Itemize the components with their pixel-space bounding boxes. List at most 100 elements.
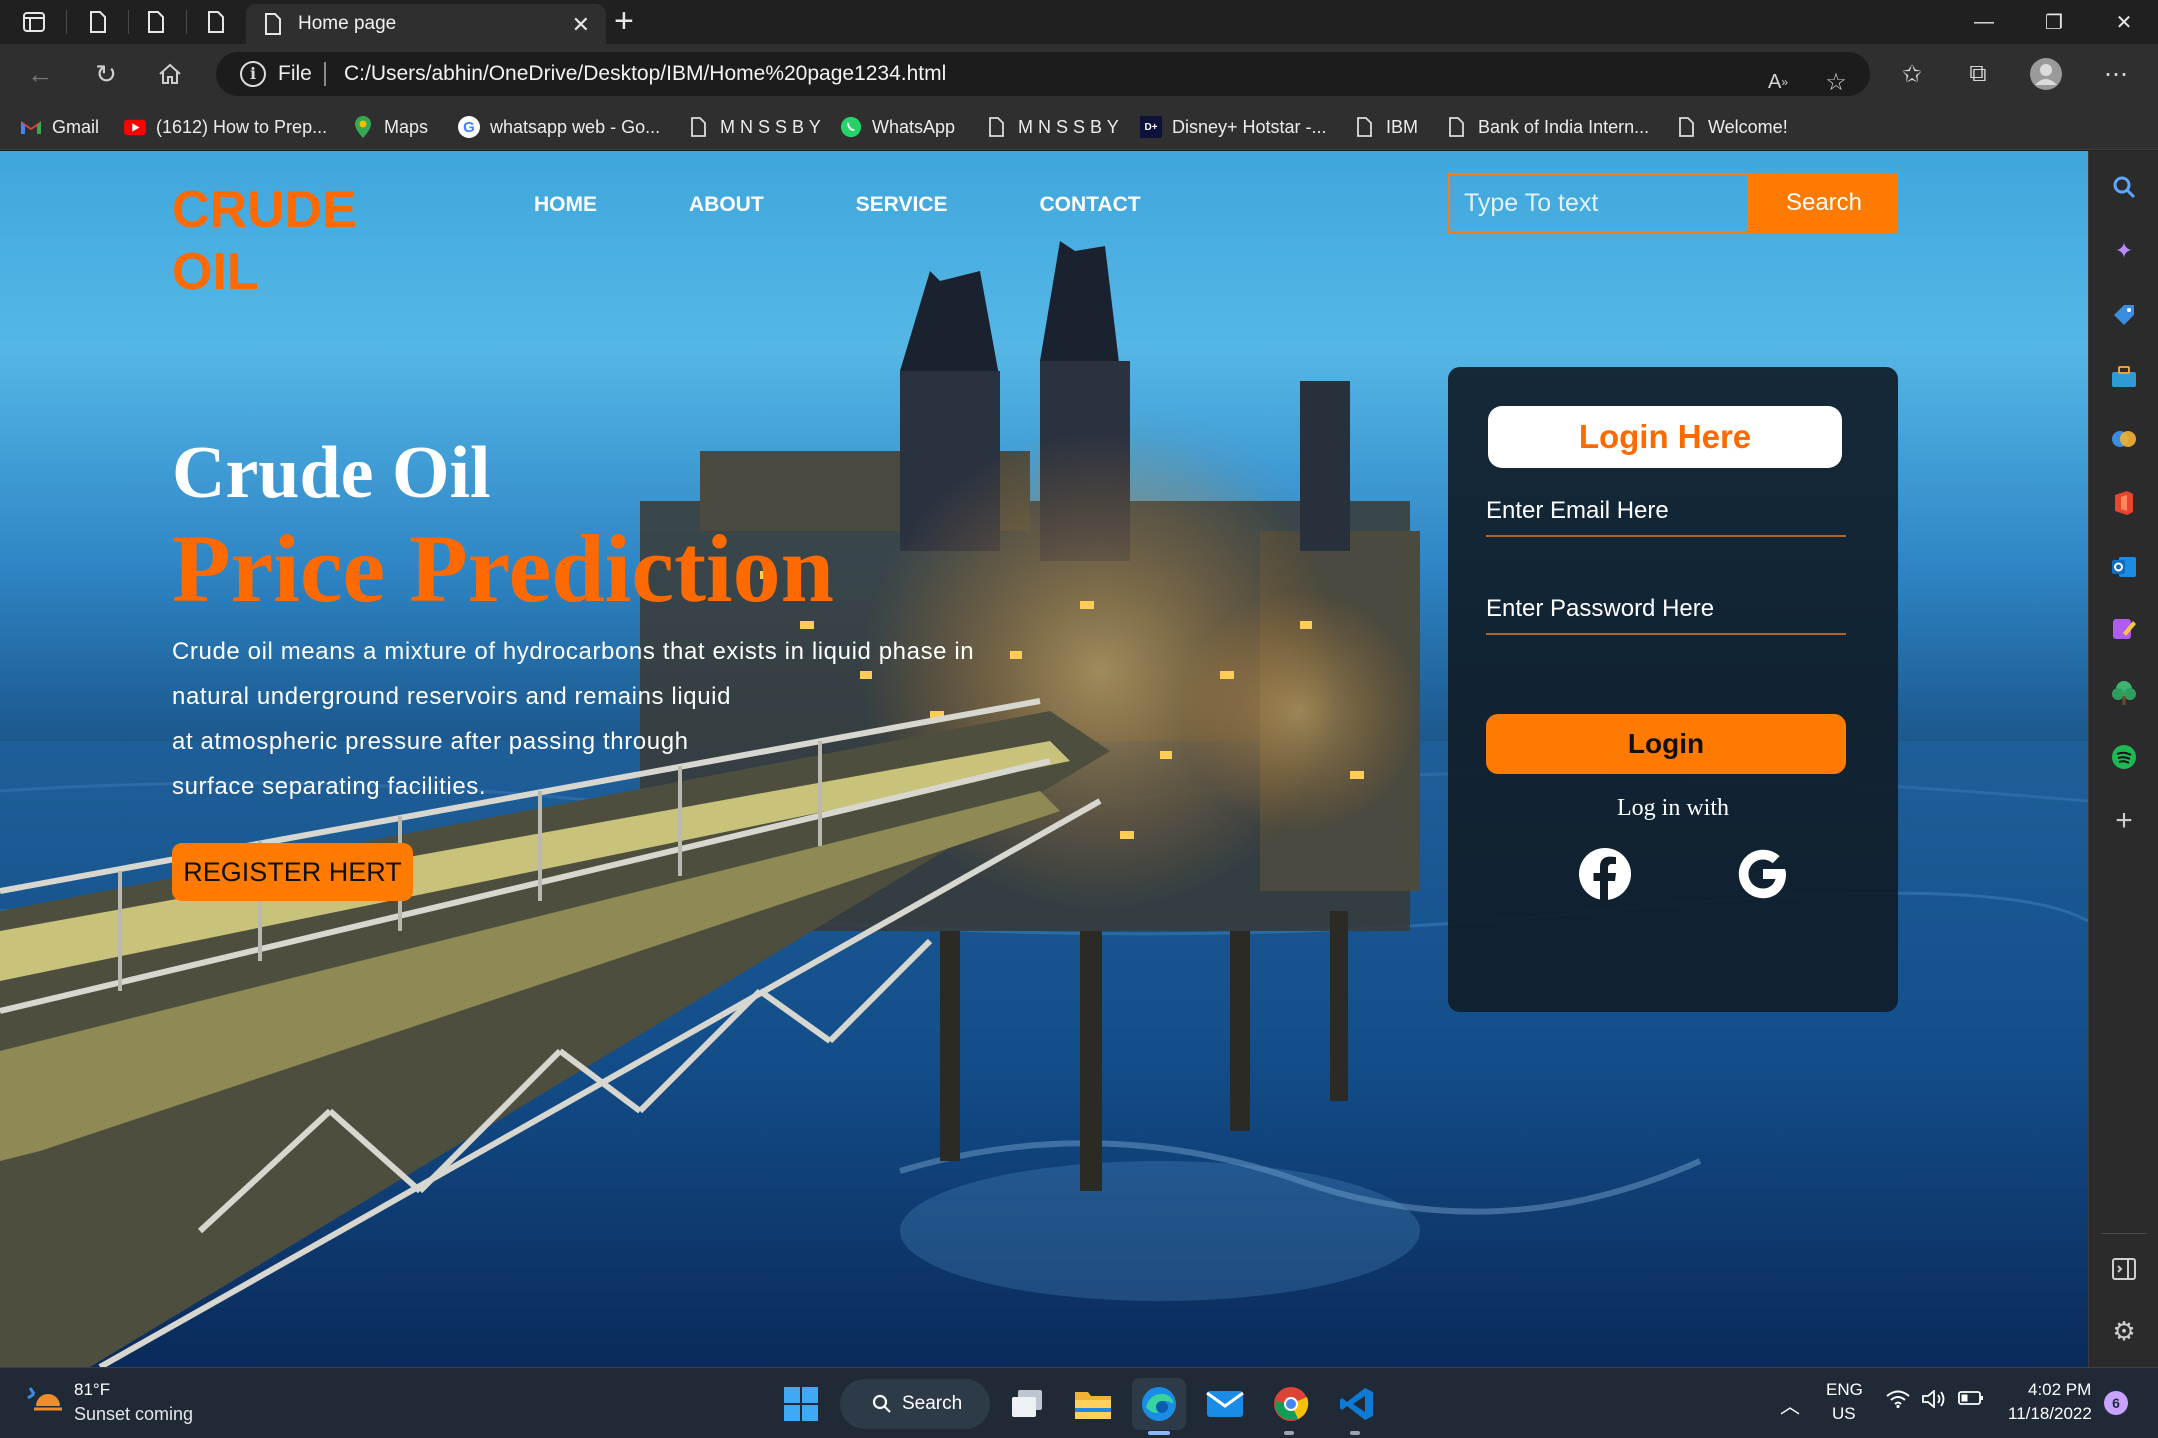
language-region[interactable]: US: [1832, 1404, 1856, 1424]
bookmark-hotstar[interactable]: D+ Disney+ Hotstar -...: [1140, 112, 1327, 142]
nav-service[interactable]: SERVICE: [856, 193, 948, 217]
close-window-icon[interactable]: ✕: [2094, 6, 2154, 38]
bookmark-youtube[interactable]: (1612) How to Prep...: [124, 112, 327, 142]
outlook-icon[interactable]: [2106, 549, 2142, 585]
weather-temperature[interactable]: 81°F: [74, 1380, 110, 1400]
battery-icon[interactable]: [1958, 1390, 1984, 1411]
wifi-icon[interactable]: [1886, 1390, 1910, 1413]
login-card: Login Here Login Log in with: [1448, 367, 1898, 1012]
search-input[interactable]: [1448, 173, 1750, 233]
bookmark-whatsapp-web[interactable]: G whatsapp web - Go...: [458, 112, 660, 142]
bookmark-whatsapp[interactable]: WhatsApp: [840, 112, 955, 142]
tree-icon[interactable]: [2106, 675, 2142, 711]
language-code[interactable]: ENG: [1826, 1380, 1863, 1400]
youtube-icon: [124, 116, 146, 138]
refresh-icon[interactable]: ↻: [86, 56, 126, 92]
favorites-icon[interactable]: ✩: [1890, 52, 1934, 96]
address-scheme: File: [278, 62, 312, 85]
read-aloud-icon[interactable]: A»: [1756, 60, 1800, 104]
nav-about[interactable]: ABOUT: [689, 193, 764, 217]
task-view-icon[interactable]: [1000, 1378, 1054, 1430]
address-url[interactable]: C:/Users/abhin/OneDrive/Desktop/IBM/Home…: [344, 62, 946, 86]
search-icon: [872, 1394, 891, 1413]
bookmark-ibm[interactable]: IBM: [1354, 112, 1418, 142]
tab-title: Home page: [298, 13, 397, 34]
page-icon: [688, 116, 710, 138]
google-icon[interactable]: [1736, 847, 1790, 901]
password-field[interactable]: [1486, 585, 1846, 635]
tab-page-icon[interactable]: [134, 8, 178, 36]
hero-description-line: at atmospheric pressure after passing th…: [172, 728, 689, 755]
copilot-icon[interactable]: ✦: [2106, 233, 2142, 269]
shopping-tag-icon[interactable]: [2106, 297, 2142, 333]
back-icon[interactable]: ←: [20, 56, 60, 92]
login-heading: Login Here: [1488, 406, 1842, 468]
tab-page-icon[interactable]: [76, 8, 120, 36]
office-icon[interactable]: [2106, 485, 2142, 521]
nav-contact[interactable]: CONTACT: [1040, 193, 1141, 217]
login-button[interactable]: Login: [1486, 714, 1846, 774]
volume-icon[interactable]: [1922, 1389, 1946, 1413]
more-options-icon[interactable]: ⋯: [2094, 52, 2138, 96]
clock-date[interactable]: 11/18/2022: [2008, 1404, 2092, 1424]
clock-time[interactable]: 4:02 PM: [2028, 1380, 2091, 1400]
taskbar-search[interactable]: Search: [840, 1379, 990, 1429]
hero-description-line: surface separating facilities.: [172, 773, 487, 800]
whatsapp-icon: [840, 116, 862, 138]
profile-avatar-icon[interactable]: [2024, 52, 2068, 96]
tools-icon[interactable]: [2106, 359, 2142, 395]
edge-browser-icon[interactable]: [1132, 1378, 1186, 1430]
bookmark-maps[interactable]: Maps: [352, 112, 428, 142]
bookmark-bank-of-india[interactable]: Bank of India Intern...: [1446, 112, 1649, 142]
page-icon: [986, 116, 1008, 138]
notification-badge[interactable]: 6: [2104, 1391, 2128, 1415]
info-icon[interactable]: i: [240, 61, 266, 87]
page-icon: [1354, 116, 1376, 138]
mail-icon[interactable]: [1198, 1378, 1252, 1430]
hero-description-line: natural underground reservoirs and remai…: [172, 683, 732, 710]
chrome-icon[interactable]: [1264, 1378, 1318, 1430]
weather-description[interactable]: Sunset coming: [74, 1404, 193, 1425]
search-icon[interactable]: [2106, 169, 2142, 205]
facebook-icon[interactable]: [1578, 847, 1632, 901]
games-icon[interactable]: [2106, 421, 2142, 457]
restore-icon[interactable]: ❐: [2024, 6, 2084, 38]
active-tab[interactable]: Home page ✕: [246, 4, 606, 44]
new-tab-icon[interactable]: +: [614, 4, 634, 38]
bookmark-gmail[interactable]: Gmail: [20, 112, 99, 142]
bookmark-mnssby-2[interactable]: M N S S B Y: [986, 112, 1119, 142]
browser-titlebar: Home page ✕ + — ❐ ✕: [0, 0, 2158, 44]
site-logo[interactable]: CRUDE OIL: [172, 179, 392, 303]
bookmark-mnssby-1[interactable]: M N S S B Y: [688, 112, 821, 142]
file-explorer-icon[interactable]: [1066, 1378, 1120, 1430]
taskbar-search-label: Search: [902, 1393, 963, 1414]
tab-page-icon[interactable]: [194, 8, 238, 36]
register-button[interactable]: REGISTER HERT: [172, 843, 413, 901]
email-field[interactable]: [1486, 487, 1846, 537]
home-icon[interactable]: [150, 56, 190, 92]
settings-gear-icon[interactable]: ⚙: [2106, 1313, 2142, 1349]
show-hidden-icons-chevron-icon[interactable]: ︿: [1780, 1390, 1800, 1419]
bookmarks-bar: Gmail (1612) How to Prep... Maps G whats…: [0, 104, 2158, 150]
collections-icon[interactable]: ⧉: [1956, 52, 2000, 96]
add-favorite-icon[interactable]: ☆: [1814, 60, 1858, 104]
vscode-icon[interactable]: [1330, 1378, 1384, 1430]
nav-home[interactable]: HOME: [534, 193, 597, 217]
minimize-icon[interactable]: —: [1954, 6, 2014, 38]
gmail-icon: [20, 116, 42, 138]
add-icon[interactable]: +: [2106, 803, 2142, 839]
edge-sidebar: ✦ + ⚙: [2088, 151, 2158, 1367]
address-bar[interactable]: i File C:/Users/abhin/OneDrive/Desktop/I…: [216, 52, 1870, 96]
spotify-icon[interactable]: [2106, 739, 2142, 775]
designer-icon[interactable]: [2106, 611, 2142, 647]
weather-sun-icon[interactable]: [26, 1386, 64, 1420]
start-windows-icon[interactable]: [774, 1378, 828, 1430]
search-button[interactable]: Search: [1750, 173, 1898, 233]
bookmark-welcome[interactable]: Welcome!: [1676, 112, 1788, 142]
hero-description-line: Crude oil means a mixture of hydrocarbon…: [172, 638, 975, 665]
login-with-label: Log in with: [1617, 795, 1729, 821]
close-tab-icon[interactable]: ✕: [572, 12, 590, 38]
maps-icon: [352, 116, 374, 138]
hide-sidebar-icon[interactable]: [2106, 1251, 2142, 1287]
tab-actions-icon[interactable]: [12, 8, 56, 36]
